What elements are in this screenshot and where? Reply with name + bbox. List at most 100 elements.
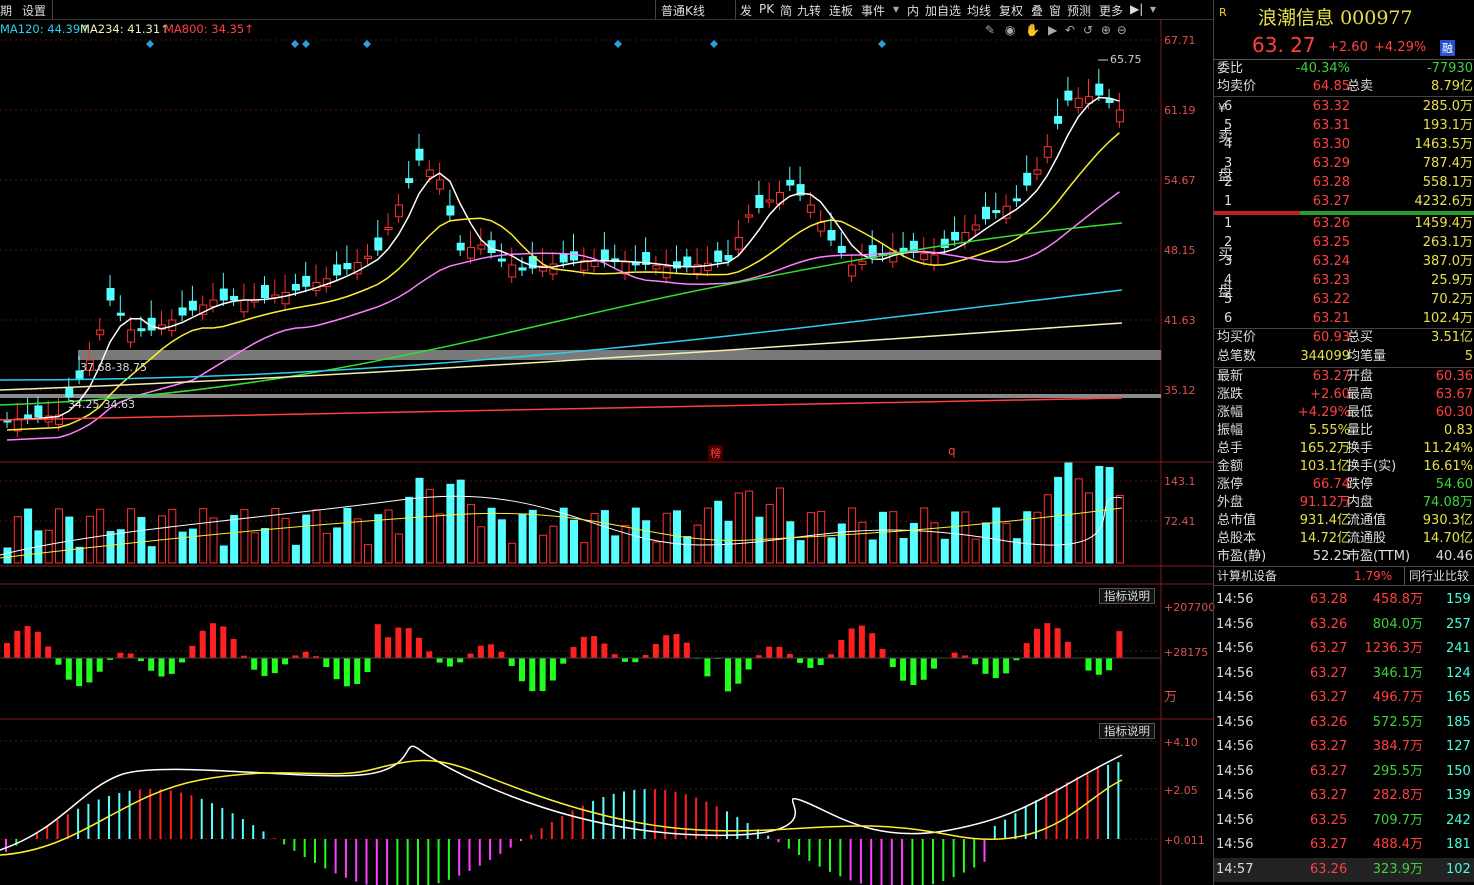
sell-level-price: 63.32 bbox=[1312, 99, 1350, 114]
stat-value: 63.27 bbox=[1312, 369, 1350, 384]
tick-volume: 282.8万 bbox=[1372, 788, 1423, 803]
q-marker[interactable]: q bbox=[948, 444, 956, 458]
tick-time: 14:56 bbox=[1216, 665, 1254, 681]
tick-row[interactable]: 14:56 63.27 488.4万 181 bbox=[1214, 833, 1474, 857]
tick-count: 165 bbox=[1446, 690, 1471, 705]
tick-row[interactable]: 14:56 63.27 295.5万 150 bbox=[1214, 760, 1474, 784]
sell-level-volume: 787.4万 bbox=[1422, 156, 1473, 171]
buy-level-row[interactable]: 6 63.21 102.4万 bbox=[1214, 310, 1474, 328]
stat-value: +4.29% bbox=[1297, 405, 1350, 420]
stat-row: 涨停 66.74 跌停 54.60 bbox=[1214, 476, 1474, 494]
avg-sell-row: 均卖价 64.85 总卖 8.79亿 bbox=[1214, 78, 1474, 96]
avg-buy-label: 均买价 bbox=[1217, 330, 1257, 345]
stat-value: 0.83 bbox=[1444, 423, 1473, 438]
indicator-help-button[interactable]: 指标说明 bbox=[1099, 723, 1155, 739]
tick-price: 63.26 bbox=[1310, 861, 1348, 877]
tick-row[interactable]: 14:57 63.26 323.9万 102 bbox=[1214, 857, 1474, 882]
stat-row: 总股本 14.72亿 流通股 14.70亿 bbox=[1214, 530, 1474, 548]
rank-marker[interactable]: 榜 bbox=[708, 445, 723, 461]
tick-row[interactable]: 14:56 63.28 458.8万 159 bbox=[1214, 588, 1474, 612]
stat-label: 换手 bbox=[1347, 441, 1374, 456]
stat-row: 总手 165.2万 换手 11.24% bbox=[1214, 440, 1474, 458]
industry-name[interactable]: 计算机设备 bbox=[1217, 567, 1277, 585]
tick-row[interactable]: 14:56 63.26 572.5万 185 bbox=[1214, 711, 1474, 735]
sell-level-row[interactable]: 1 63.27 4232.6万 bbox=[1214, 193, 1474, 211]
total-buy-label: 总买 bbox=[1347, 330, 1374, 345]
stock-terminal: 期 设置 普通K线 发 PK 简 九转 连板 事件 ▾ 内 加自选 均线 复权 … bbox=[0, 0, 1474, 885]
kline-chart[interactable] bbox=[0, 0, 1213, 885]
buy-level-row[interactable]: 2 63.25 263.1万 bbox=[1214, 234, 1474, 252]
tick-row[interactable]: 14:56 63.27 282.8万 139 bbox=[1214, 784, 1474, 808]
avg-lot-label: 均笔量 bbox=[1347, 349, 1387, 364]
stat-value: 54.60 bbox=[1435, 477, 1473, 492]
tick-row[interactable]: 14:56 63.26 804.0万 257 bbox=[1214, 613, 1474, 637]
sell-level-row[interactable]: 4 63.30 1463.5万 bbox=[1214, 136, 1474, 154]
sell-level-row[interactable]: 2 63.28 558.1万 bbox=[1214, 174, 1474, 192]
stat-value: 66.74 bbox=[1312, 477, 1350, 492]
indicator-help-button[interactable]: 指标说明 bbox=[1099, 588, 1155, 604]
flow-axis-unit: 万 bbox=[1164, 690, 1178, 705]
sell-level-row[interactable]: 3 63.29 787.4万 bbox=[1214, 155, 1474, 173]
tick-row[interactable]: 14:56 63.27 1236.3万 241 bbox=[1214, 637, 1474, 661]
tick-row[interactable]: 14:56 63.27 384.7万 127 bbox=[1214, 735, 1474, 759]
sell-level-volume: 4232.6万 bbox=[1414, 194, 1474, 209]
stat-label: 最高 bbox=[1347, 387, 1374, 402]
trade-count-row: 总笔数 344099 均笔量 5 bbox=[1214, 348, 1474, 366]
tick-volume: 323.9万 bbox=[1372, 861, 1423, 877]
tick-price: 63.27 bbox=[1310, 739, 1348, 754]
stat-value: 5.55% bbox=[1308, 423, 1350, 438]
buy-level-row[interactable]: 4 63.23 25.9万 bbox=[1214, 272, 1474, 290]
sell-level-price: 63.29 bbox=[1312, 156, 1350, 171]
stat-row: 外盘 91.12万 内盘 74.08万 bbox=[1214, 494, 1474, 512]
avg-sell-value: 64.85 bbox=[1312, 79, 1350, 94]
stat-value: 60.36 bbox=[1435, 369, 1473, 384]
avg-lot-value: 5 bbox=[1464, 349, 1473, 364]
stat-value: 930.3亿 bbox=[1422, 513, 1473, 528]
buy-level-num: 4 bbox=[1224, 273, 1233, 288]
industry-compare-button[interactable]: 同行业比较 bbox=[1404, 567, 1469, 585]
tick-volume: 458.8万 bbox=[1372, 592, 1423, 607]
buy-level-volume: 70.2万 bbox=[1431, 292, 1473, 307]
stat-row: 涨幅 +4.29% 最低 60.30 bbox=[1214, 404, 1474, 422]
stat-label: 总手 bbox=[1217, 441, 1244, 456]
tick-row[interactable]: 14:56 63.27 496.7万 165 bbox=[1214, 686, 1474, 710]
tick-volume: 488.4万 bbox=[1372, 837, 1423, 852]
avg-sell-label: 均卖价 bbox=[1217, 79, 1257, 94]
trade-count-value: 344099 bbox=[1300, 349, 1350, 364]
sell-level-num: 5 bbox=[1224, 118, 1233, 133]
tick-time: 14:56 bbox=[1216, 641, 1254, 656]
macd-axis-label: +0.011 bbox=[1164, 834, 1205, 847]
tick-row[interactable]: 14:56 63.27 346.1万 124 bbox=[1214, 662, 1474, 686]
buy-level-row[interactable]: 1 63.26 1459.4万 bbox=[1214, 215, 1474, 233]
buy-level-price: 63.23 bbox=[1312, 273, 1350, 288]
sell-level-row[interactable]: 6 63.32 285.0万 bbox=[1214, 98, 1474, 116]
stat-label: 内盘 bbox=[1347, 495, 1374, 510]
buy-level-row[interactable]: 3 63.24 387.0万 bbox=[1214, 253, 1474, 271]
sell-level-row[interactable]: 5 63.31 193.1万 bbox=[1214, 117, 1474, 135]
sell-level-num: 3 bbox=[1224, 156, 1233, 171]
order-ratio-row: 委比 -40.34% -77930 bbox=[1214, 60, 1474, 78]
tick-price: 63.26 bbox=[1310, 714, 1348, 730]
tick-count: 139 bbox=[1446, 788, 1471, 803]
stat-label: 最低 bbox=[1347, 405, 1374, 420]
tick-count: 102 bbox=[1446, 861, 1471, 877]
buy-level-price: 63.26 bbox=[1312, 216, 1350, 231]
stat-label: 跌停 bbox=[1347, 477, 1374, 492]
price-axis-label: 54.67 bbox=[1164, 174, 1196, 187]
stat-label: 涨跌 bbox=[1217, 387, 1244, 402]
stat-label: 开盘 bbox=[1347, 369, 1374, 384]
tick-time: 14:56 bbox=[1216, 714, 1254, 730]
tick-count: 181 bbox=[1446, 837, 1471, 852]
stat-value: 40.46 bbox=[1435, 549, 1473, 564]
tick-price: 63.27 bbox=[1310, 837, 1348, 852]
stat-label: 流通值 bbox=[1347, 513, 1387, 528]
tick-price: 63.27 bbox=[1310, 665, 1348, 681]
buy-level-row[interactable]: 5 63.22 70.2万 bbox=[1214, 291, 1474, 309]
buy-level-volume: 263.1万 bbox=[1422, 235, 1473, 250]
stat-label: 市盈(TTM) bbox=[1347, 549, 1411, 564]
buy-level-price: 63.22 bbox=[1312, 292, 1350, 307]
tick-row[interactable]: 14:56 63.25 709.7万 242 bbox=[1214, 809, 1474, 833]
stat-label: 外盘 bbox=[1217, 495, 1244, 510]
tick-price: 63.27 bbox=[1310, 763, 1348, 779]
buy-level-num: 3 bbox=[1224, 254, 1233, 269]
